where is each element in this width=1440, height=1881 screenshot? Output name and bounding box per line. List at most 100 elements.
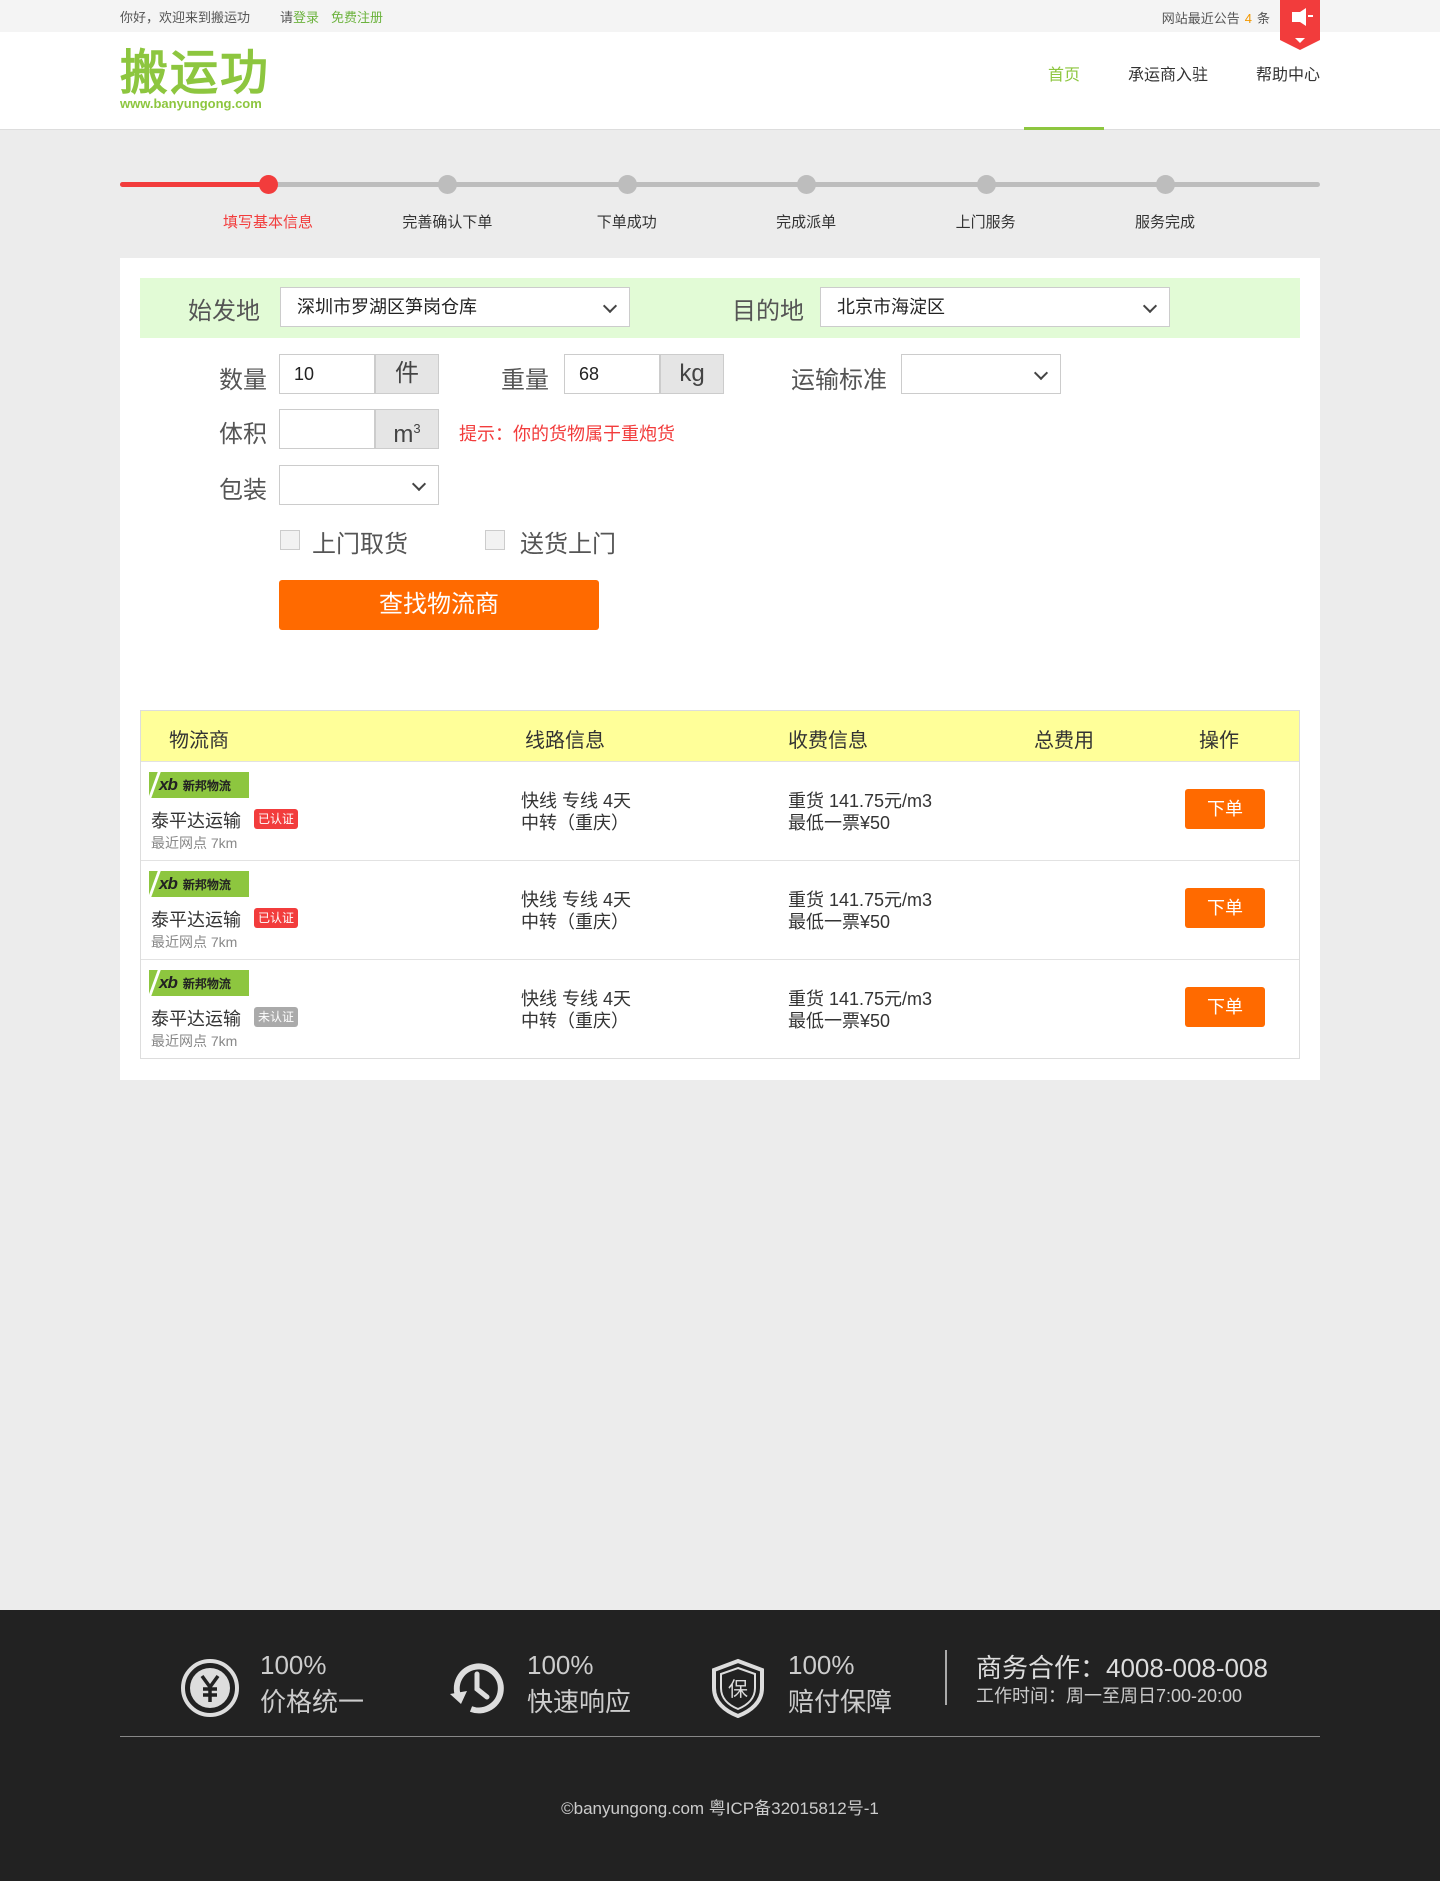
route-info: 快线 专线 4天 中转（重庆） <box>521 790 631 834</box>
carrier-logo: xb 新邦物流 <box>148 772 249 798</box>
packaging-select[interactable] <box>279 465 439 505</box>
notice-label: 网站最近公告 <box>1161 11 1240 26</box>
step-label: 服务完成 <box>1134 214 1196 231</box>
order-button[interactable]: 下单 <box>1185 987 1265 1027</box>
shield-guarantee-icon: 保 <box>712 1658 764 1718</box>
transfer-line: 中转（重庆） <box>521 912 629 932</box>
yen-circle-icon <box>181 1659 239 1717</box>
destination-label: 目的地 <box>732 298 804 325</box>
feature-title: 赔付保障 <box>788 1687 893 1717</box>
delivery-label[interactable]: 送货上门 <box>520 524 616 559</box>
transport-standard-select[interactable] <box>901 354 1061 394</box>
fee-rate: 重货 141.75元/m3 <box>788 890 933 910</box>
feature-title: 价格统一 <box>260 1687 365 1717</box>
fee-rate: 重货 141.75元/m3 <box>788 791 933 811</box>
svg-text:保: 保 <box>728 1677 748 1701</box>
carrier-logo: xb 新邦物流 <box>148 871 249 897</box>
step-dot <box>259 175 278 194</box>
site-notice[interactable]: 网站最近公告 4 条 <box>1162 8 1270 27</box>
quantity-input[interactable]: 10 <box>279 354 375 394</box>
carrier-results-table: 物流商 线路信息 收费信息 总费用 操作 xb 新邦物流 泰平达运输 已认证 最近… <box>140 710 1300 1059</box>
carrier-name[interactable]: 泰平达运输 <box>151 906 241 932</box>
logo-url: www.banyungong.com <box>120 96 262 111</box>
step-dot <box>617 175 637 194</box>
fee-info: 重货 141.75元/m3 最低一票¥50 <box>788 889 932 933</box>
carrier-name[interactable]: 泰平达运输 <box>151 807 241 833</box>
origin-select[interactable]: 深圳市罗湖区笋岗仓库 <box>280 287 630 327</box>
login-prefix: 请 <box>280 9 294 25</box>
nearest-branch: 最近网点 7km <box>151 835 238 851</box>
col-action: 操作 <box>1199 730 1239 752</box>
logo-text: 新邦物流 <box>182 778 231 793</box>
chevron-down-icon <box>602 298 618 314</box>
quantity-label: 数量 <box>219 367 267 394</box>
nearest-branch: 最近网点 7km <box>151 934 238 950</box>
login-link[interactable]: 登录 <box>293 7 319 26</box>
nearest-branch: 最近网点 7km <box>151 1033 238 1049</box>
site-logo[interactable]: 搬运功 www.banyungong.com <box>120 47 271 112</box>
chevron-down-icon <box>1142 298 1158 314</box>
step-label: 上门服务 <box>955 214 1016 231</box>
logo-text: 新邦物流 <box>182 877 231 892</box>
chevron-down-icon <box>1033 365 1049 381</box>
nav-home[interactable]: 首页 <box>1023 32 1104 130</box>
destination-value: 北京市海淀区 <box>837 297 945 317</box>
site-header: 搬运功 www.banyungong.com 首页 承运商入驻 帮助中心 <box>0 32 1440 130</box>
step-dot <box>976 175 996 194</box>
step-label: 填写基本信息 <box>222 214 314 231</box>
step-label: 完成派单 <box>776 214 837 231</box>
delivery-checkbox[interactable] <box>485 530 505 550</box>
route-info: 快线 专线 4天 中转（重庆） <box>521 988 631 1032</box>
route-row: 始发地 深圳市罗湖区笋岗仓库 目的地 北京市海淀区 <box>140 278 1300 338</box>
business-hotline: 商务合作：4008-008-008 <box>976 1653 1268 1683</box>
feature-title: 快速响应 <box>527 1687 632 1717</box>
fee-rate: 重货 141.75元/m3 <box>788 989 933 1009</box>
volume-input[interactable] <box>279 409 375 449</box>
quantity-unit: 件 <box>375 354 439 394</box>
order-button[interactable]: 下单 <box>1185 888 1265 928</box>
pickup-label[interactable]: 上门取货 <box>312 524 408 559</box>
cargo-hint: 提示：你的货物属于重炮货 <box>459 424 675 444</box>
route-line: 快线 专线 4天 <box>521 989 632 1009</box>
chevron-down-icon <box>411 476 427 492</box>
weight-label: 重量 <box>501 367 549 394</box>
destination-select[interactable]: 北京市海淀区 <box>820 287 1170 327</box>
volume-unit-base: m <box>393 421 414 448</box>
step-dot <box>438 175 458 194</box>
verified-badge: 已认证 <box>254 908 299 928</box>
logo-cn: 搬运功 <box>120 47 271 100</box>
fee-minimum: 最低一票¥50 <box>788 912 891 932</box>
transfer-line: 中转（重庆） <box>521 1011 629 1031</box>
col-fee: 收费信息 <box>788 730 868 752</box>
site-footer: 100% 价格统一 100% 快速响应 保 100% 赔付保障 商务合作：400… <box>0 1610 1440 1881</box>
nav-help-center[interactable]: 帮助中心 <box>1232 32 1320 130</box>
feature-percent: 100% <box>260 1650 327 1680</box>
search-form-panel: 始发地 深圳市罗湖区笋岗仓库 目的地 北京市海淀区 数量 10 件 重量 68 … <box>120 258 1320 1080</box>
volume-label: 体积 <box>219 421 267 448</box>
clock-refresh-icon <box>450 1663 504 1714</box>
nav-carrier-join[interactable]: 承运商入驻 <box>1104 32 1232 130</box>
col-carrier: 物流商 <box>169 730 229 752</box>
carrier-name[interactable]: 泰平达运输 <box>151 1005 241 1031</box>
notice-suffix: 条 <box>1256 11 1270 26</box>
weight-input[interactable]: 68 <box>564 354 660 394</box>
top-bar: 你好，欢迎来到搬运功 请 登录 免费注册 网站最近公告 4 条 <box>0 0 1440 50</box>
notice-count: 4 <box>1244 11 1252 26</box>
step-dot <box>1156 175 1175 194</box>
fee-minimum: 最低一票¥50 <box>788 1011 891 1031</box>
logo-text: 新邦物流 <box>182 976 231 991</box>
footer-separator <box>120 1736 1320 1737</box>
weight-unit: kg <box>660 354 724 394</box>
register-link[interactable]: 免费注册 <box>331 7 383 26</box>
copyright: ©banyungong.com 粤ICP备32015812号-1 <box>561 1799 879 1818</box>
table-header: 物流商 线路信息 收费信息 总费用 操作 <box>141 711 1299 761</box>
carrier-logo: xb 新邦物流 <box>148 970 249 996</box>
order-button[interactable]: 下单 <box>1185 789 1265 829</box>
main-nav: 首页 承运商入驻 帮助中心 <box>1023 32 1320 130</box>
origin-value: 深圳市罗湖区笋岗仓库 <box>297 297 477 317</box>
feature-percent: 100% <box>788 1650 855 1680</box>
table-row: xb 新邦物流 泰平达运输 未认证 最近网点 7km 快线 专线 4天 中转（重庆）… <box>141 959 1299 1058</box>
greeting-text: 你好，欢迎来到搬运功 <box>120 9 251 25</box>
find-carrier-button[interactable]: 查找物流商 <box>279 580 599 630</box>
pickup-checkbox[interactable] <box>280 530 300 550</box>
